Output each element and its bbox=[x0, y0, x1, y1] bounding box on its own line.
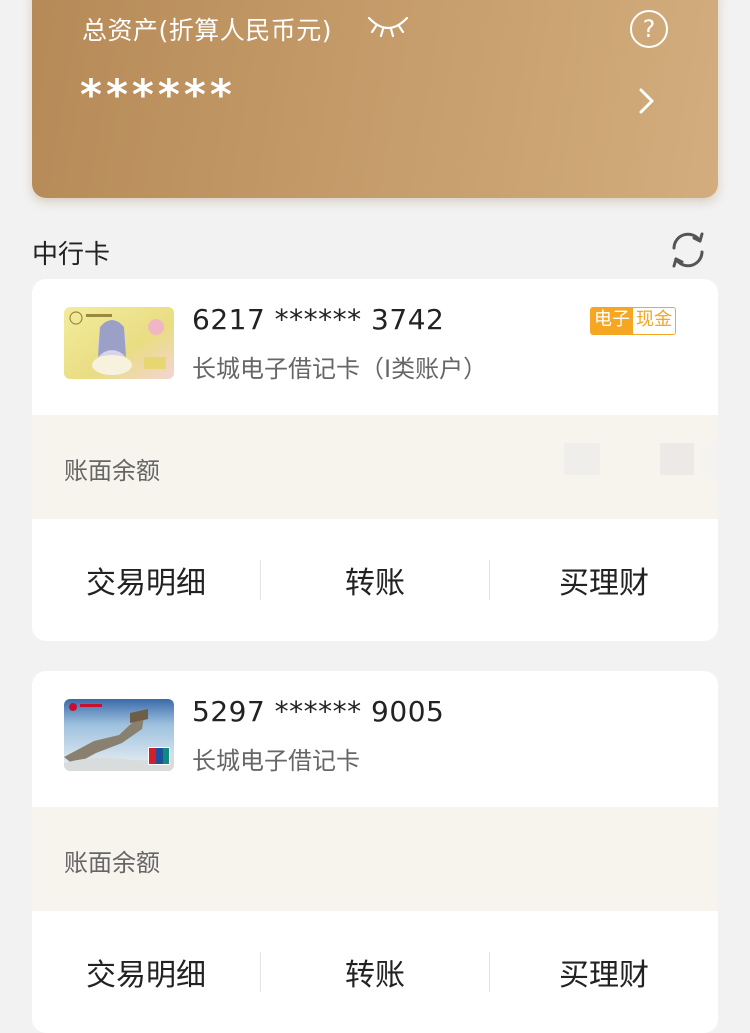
card-actions: 交易明细 转账 买理财 bbox=[32, 519, 718, 641]
card-type: 长城电子借记卡 bbox=[192, 747, 360, 775]
refresh-icon[interactable] bbox=[668, 230, 708, 270]
transaction-details-button[interactable]: 交易明细 bbox=[32, 558, 260, 602]
card-actions: 交易明细 转账 买理财 bbox=[32, 911, 718, 1033]
transfer-button[interactable]: 转账 bbox=[261, 950, 489, 994]
card-number: 6217 ****** 3742 bbox=[192, 303, 445, 336]
ecash-badge: 电子 现金 bbox=[590, 307, 676, 335]
bank-card-item[interactable]: 5297 ****** 9005 长城电子借记卡 账面余额 交易明细 转账 买理… bbox=[32, 671, 718, 1033]
masked-balance-segment bbox=[700, 439, 718, 481]
section-title: 中行卡 bbox=[32, 240, 111, 270]
total-assets-label: 总资产(折算人民币元) bbox=[82, 16, 333, 45]
balance-row: 账面余额 bbox=[32, 807, 718, 911]
balance-label: 账面余额 bbox=[64, 457, 160, 485]
card-image-great-wall bbox=[64, 699, 174, 771]
transaction-details-button[interactable]: 交易明细 bbox=[32, 950, 260, 994]
chevron-right-icon[interactable] bbox=[636, 84, 656, 118]
card-image-anime bbox=[64, 307, 174, 379]
masked-balance-segment bbox=[564, 443, 600, 475]
ecash-badge-left: 电子 bbox=[591, 308, 633, 334]
buy-wealth-button[interactable]: 买理财 bbox=[490, 950, 718, 994]
card-number: 5297 ****** 9005 bbox=[192, 695, 445, 728]
question-circle-icon[interactable]: ? bbox=[630, 10, 668, 48]
masked-balance-segment bbox=[660, 443, 694, 475]
balance-row: 账面余额 bbox=[32, 415, 718, 519]
buy-wealth-button[interactable]: 买理财 bbox=[490, 558, 718, 602]
card-type: 长城电子借记卡（I类账户） bbox=[192, 355, 488, 383]
balance-label: 账面余额 bbox=[64, 849, 160, 877]
bank-card-item[interactable]: 6217 ****** 3742 长城电子借记卡（I类账户） 电子 现金 账面余… bbox=[32, 279, 718, 641]
total-assets-value: ****** bbox=[80, 70, 236, 119]
ecash-badge-right: 现金 bbox=[633, 308, 675, 334]
eye-closed-icon[interactable] bbox=[366, 12, 410, 40]
total-assets-card[interactable]: 总资产(折算人民币元) ? ****** bbox=[32, 0, 718, 198]
transfer-button[interactable]: 转账 bbox=[261, 558, 489, 602]
